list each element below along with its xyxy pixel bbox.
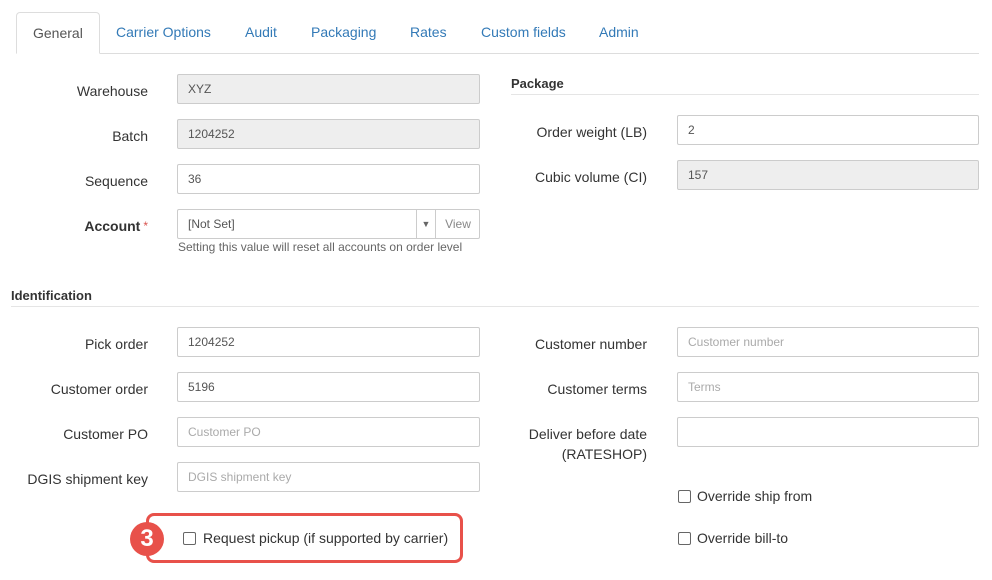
deliver-before-date-field[interactable] bbox=[677, 417, 979, 447]
account-label-text: Account bbox=[84, 218, 141, 234]
customer-po-field[interactable]: Customer PO bbox=[177, 417, 480, 447]
customer-terms-label: Customer terms bbox=[547, 381, 647, 397]
sequence-label: Sequence bbox=[84, 173, 148, 189]
account-help-text: Setting this value will reset all accoun… bbox=[178, 240, 463, 254]
customer-terms-placeholder: Terms bbox=[688, 380, 721, 394]
customer-po-label: Customer PO bbox=[63, 426, 148, 442]
override-ship-from-checkbox[interactable] bbox=[678, 490, 691, 503]
tab-packaging[interactable]: Packaging bbox=[311, 12, 376, 53]
customer-number-placeholder: Customer number bbox=[688, 335, 785, 349]
pick-order-label: Pick order bbox=[84, 336, 148, 352]
tab-rates[interactable]: Rates bbox=[410, 12, 447, 53]
tab-admin[interactable]: Admin bbox=[599, 12, 639, 53]
override-bill-to-label: Override bill-to bbox=[697, 530, 789, 546]
tab-audit[interactable]: Audit bbox=[245, 12, 277, 53]
order-weight-field[interactable]: 2 bbox=[677, 115, 979, 145]
batch-field[interactable]: 1204252 bbox=[177, 119, 480, 149]
batch-label: Batch bbox=[112, 128, 148, 144]
tab-custom-fields[interactable]: Custom fields bbox=[481, 12, 566, 53]
package-section-title: Package bbox=[511, 76, 564, 91]
tab-general[interactable]: General bbox=[16, 12, 100, 54]
cubic-volume-field[interactable]: 157 bbox=[677, 160, 979, 190]
package-divider bbox=[511, 94, 979, 95]
warehouse-field[interactable]: XYZ bbox=[177, 74, 480, 104]
deliver-before-date-label: Deliver before date (RATESHOP) bbox=[529, 424, 647, 464]
account-view-button[interactable]: View bbox=[435, 210, 480, 238]
dgis-shipment-key-placeholder: DGIS shipment key bbox=[188, 470, 292, 484]
override-bill-to-checkbox[interactable] bbox=[678, 532, 691, 545]
customer-po-placeholder: Customer PO bbox=[188, 425, 261, 439]
identification-section-title: Identification bbox=[11, 288, 92, 303]
required-marker: * bbox=[143, 219, 148, 233]
annotation-highlight-box bbox=[146, 513, 463, 563]
deliver-before-date-label-line2: (RATESHOP) bbox=[561, 446, 647, 462]
identification-divider bbox=[11, 306, 979, 307]
tab-bar: General Carrier Options Audit Packaging … bbox=[16, 12, 979, 54]
customer-number-label: Customer number bbox=[534, 336, 647, 352]
pick-order-field[interactable]: 1204252 bbox=[177, 327, 480, 357]
customer-order-label: Customer order bbox=[50, 381, 148, 397]
annotation-step-badge: 3 bbox=[130, 522, 164, 556]
customer-order-field[interactable]: 5196 bbox=[177, 372, 480, 402]
account-select-value: [Not Set] bbox=[188, 217, 235, 231]
dgis-shipment-key-label: DGIS shipment key bbox=[27, 471, 148, 487]
deliver-before-date-label-line1: Deliver before date bbox=[528, 426, 647, 442]
chevron-down-icon[interactable]: ▼ bbox=[416, 210, 435, 238]
account-select[interactable]: [Not Set] ▼ View bbox=[177, 209, 480, 239]
dgis-shipment-key-field[interactable]: DGIS shipment key bbox=[177, 462, 480, 492]
cubic-volume-label: Cubic volume (CI) bbox=[534, 169, 647, 185]
tab-carrier-options[interactable]: Carrier Options bbox=[116, 12, 211, 53]
override-ship-from-label: Override ship from bbox=[697, 488, 813, 504]
sequence-field[interactable]: 36 bbox=[177, 164, 480, 194]
customer-terms-field[interactable]: Terms bbox=[677, 372, 979, 402]
order-weight-label: Order weight (LB) bbox=[536, 124, 647, 140]
account-label: Account * bbox=[84, 216, 148, 236]
customer-number-field[interactable]: Customer number bbox=[677, 327, 979, 357]
warehouse-label: Warehouse bbox=[76, 83, 148, 99]
